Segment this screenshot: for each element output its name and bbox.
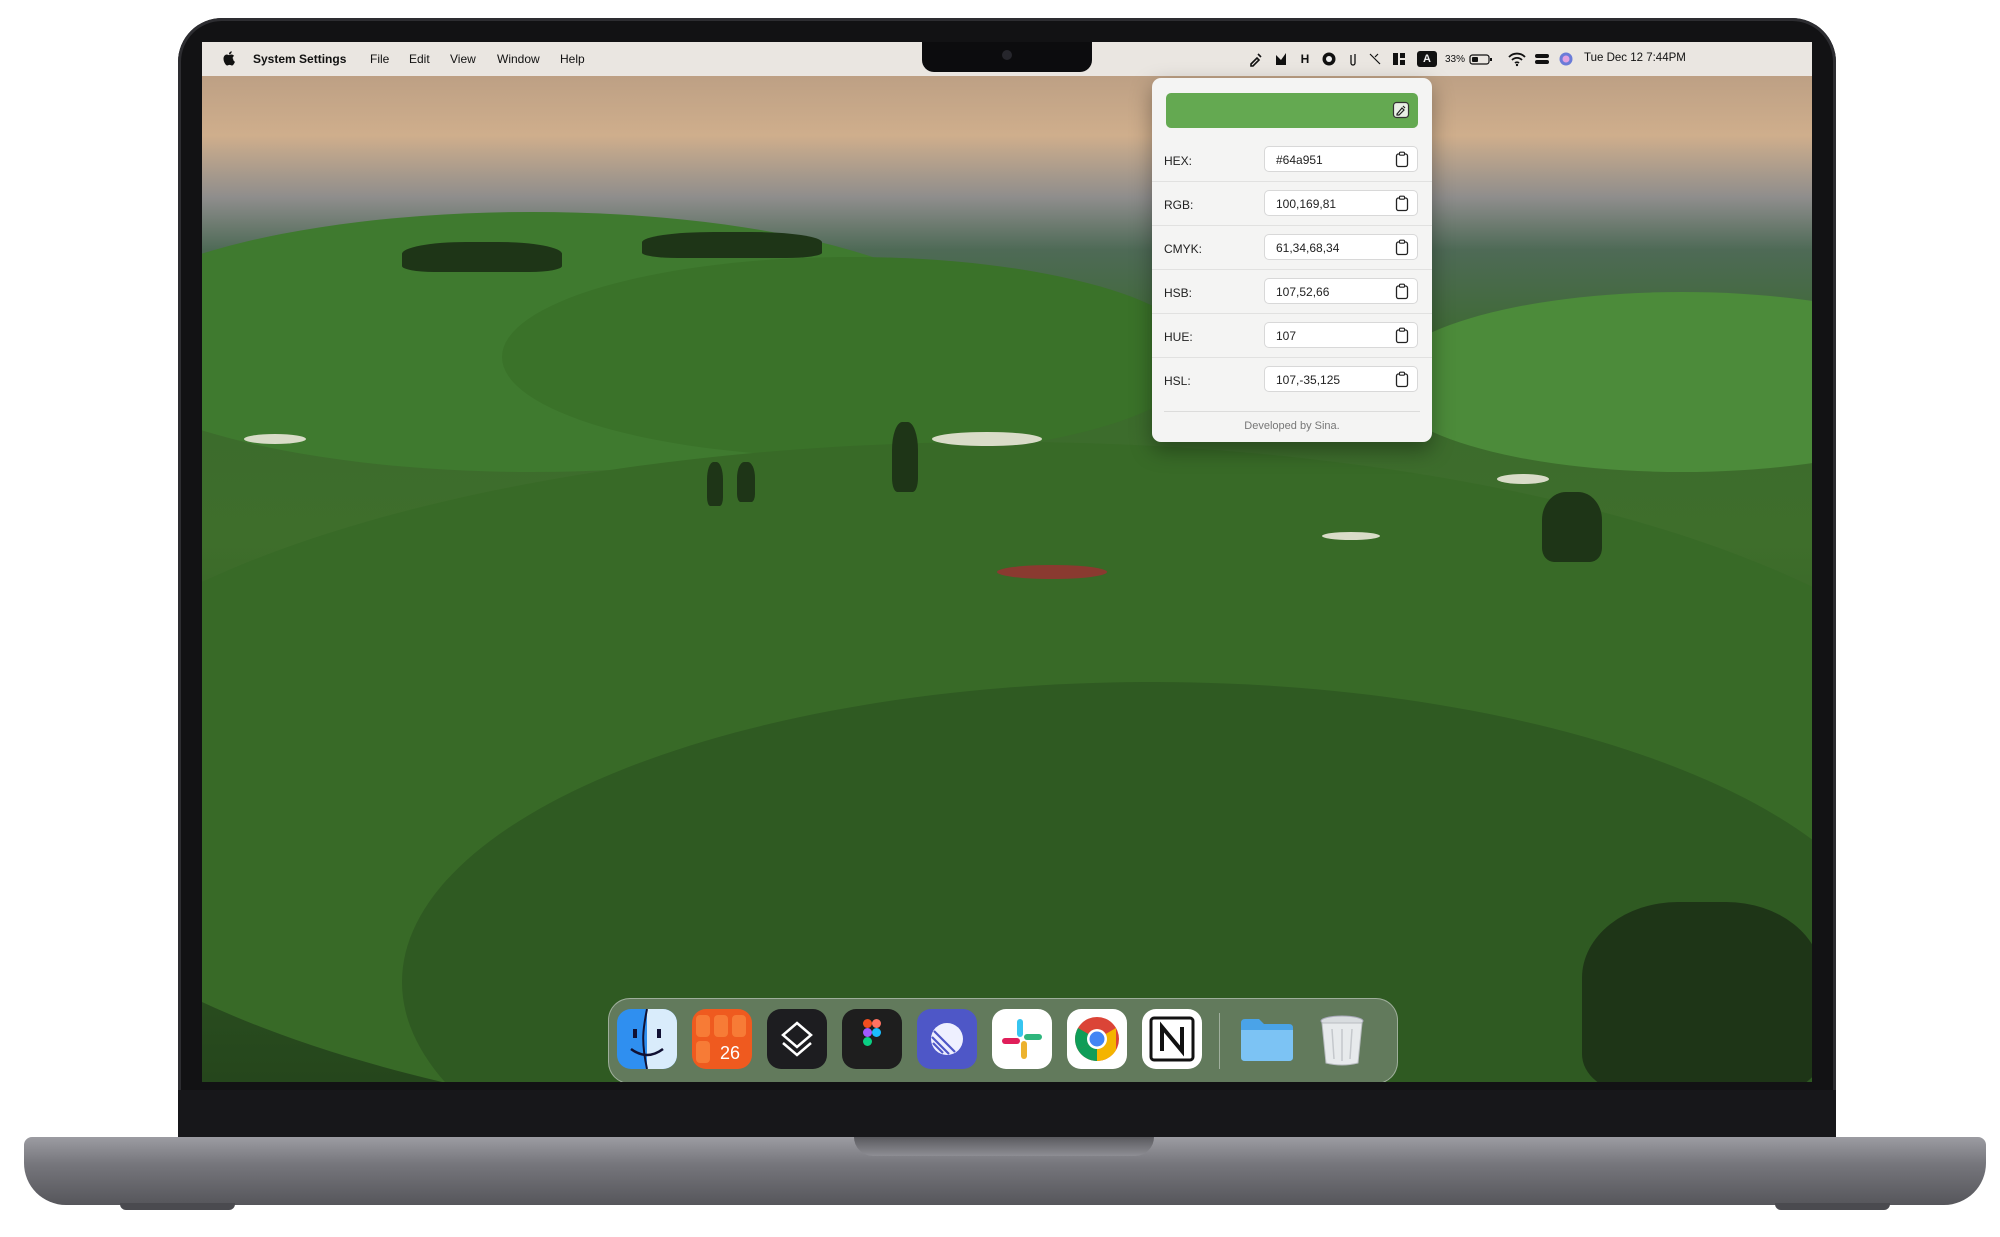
hex-field[interactable]: #64a951	[1264, 146, 1418, 172]
eyedropper-status-icon[interactable]	[1248, 51, 1264, 67]
hex-label: HEX:	[1164, 154, 1193, 168]
tool-status-icon[interactable]	[1367, 51, 1383, 67]
window-manager-status-icon[interactable]	[1391, 51, 1407, 67]
keyboard-input-status-icon[interactable]: A	[1417, 51, 1437, 67]
hsb-value: 107,52,66	[1276, 285, 1330, 299]
siri-icon[interactable]	[1558, 51, 1574, 67]
menu-file[interactable]: File	[370, 52, 389, 66]
clipboard-icon[interactable]	[1395, 371, 1409, 388]
dock-app-slack[interactable]	[992, 1009, 1052, 1069]
folder-icon	[1241, 1019, 1293, 1061]
cmyk-value: 61,34,68,34	[1276, 241, 1340, 255]
menu-edit[interactable]: Edit	[409, 52, 430, 66]
dock-trash[interactable]	[1312, 1009, 1372, 1069]
hsl-value: 107,-35,125	[1276, 373, 1341, 387]
laptop-foot-right	[1775, 1203, 1890, 1210]
hsb-row: HSB: 107,52,66	[1152, 269, 1432, 314]
hsb-field[interactable]: 107,52,66	[1264, 278, 1418, 304]
hex-value: #64a951	[1276, 153, 1323, 167]
menu-clock[interactable]: Tue Dec 12 7:44PM	[1584, 52, 1686, 64]
cmyk-row: CMYK: 61,34,68,34	[1152, 225, 1432, 270]
color-swatch[interactable]	[1166, 93, 1418, 128]
fantastical-date: 26	[720, 1043, 740, 1063]
laptop-opening-notch	[854, 1137, 1154, 1156]
chrome-icon	[1067, 1009, 1127, 1069]
cmyk-label: CMYK:	[1164, 242, 1203, 256]
rgb-row: RGB: 100,169,81	[1152, 181, 1432, 226]
menu-help[interactable]: Help	[560, 52, 585, 66]
battery-percent: 33%	[1445, 54, 1466, 65]
laptop-chin	[178, 1090, 1836, 1140]
figma-icon	[842, 1009, 902, 1069]
grammarly-status-icon[interactable]	[1321, 51, 1337, 67]
finder-icon	[617, 1009, 677, 1069]
dock: 26	[608, 998, 1398, 1082]
camera-notch	[922, 42, 1092, 72]
rgb-value: 100,169,81	[1276, 197, 1337, 211]
slack-icon	[992, 1009, 1052, 1069]
paperclip-status-icon[interactable]	[1345, 51, 1361, 67]
dock-app-stacks[interactable]	[767, 1009, 827, 1069]
clipboard-icon[interactable]	[1395, 195, 1409, 212]
fantastical-calendar-icon: 26	[692, 1009, 752, 1069]
clipboard-icon[interactable]	[1395, 151, 1409, 168]
battery-icon[interactable]	[1469, 51, 1493, 67]
pen-status-icon[interactable]	[1273, 51, 1289, 67]
hsl-row: HSL: 107,-35,125	[1152, 357, 1432, 401]
eyedropper-button-icon[interactable]	[1392, 101, 1410, 119]
dock-app-finder[interactable]	[617, 1009, 677, 1069]
dock-app-linear[interactable]	[917, 1009, 977, 1069]
developer-credit: Developed by Sina.	[1244, 420, 1340, 432]
hsl-label: HSL:	[1164, 374, 1191, 388]
screen: System Settings File Edit View Window He…	[202, 42, 1812, 1082]
hue-label: HUE:	[1164, 330, 1193, 344]
dock-app-chrome[interactable]	[1067, 1009, 1127, 1069]
dock-app-notion[interactable]	[1142, 1009, 1202, 1069]
camera-icon	[1002, 50, 1012, 60]
hue-value: 107	[1276, 329, 1297, 343]
dock-folder[interactable]	[1237, 1009, 1297, 1069]
menu-bar: System Settings File Edit View Window He…	[202, 42, 1812, 76]
footer-divider	[1164, 411, 1420, 412]
color-picker-popover: HEX: #64a951 RGB: 100,169,81 CMYK: 61,34…	[1152, 78, 1432, 442]
menu-view[interactable]: View	[450, 52, 476, 66]
laptop-foot-left	[120, 1203, 235, 1210]
trash-icon	[1320, 1015, 1364, 1066]
menu-app-name[interactable]: System Settings	[253, 52, 346, 66]
dock-app-figma[interactable]	[842, 1009, 902, 1069]
linear-icon	[917, 1009, 977, 1069]
h-app-status-icon[interactable]: H	[1297, 51, 1313, 67]
control-center-icon[interactable]	[1534, 51, 1550, 67]
hue-field[interactable]: 107	[1264, 322, 1418, 348]
clipboard-icon[interactable]	[1395, 239, 1409, 256]
rgb-field[interactable]: 100,169,81	[1264, 190, 1418, 216]
cmyk-field[interactable]: 61,34,68,34	[1264, 234, 1418, 260]
clipboard-icon[interactable]	[1395, 283, 1409, 300]
apple-menu-icon[interactable]	[222, 50, 236, 66]
hsl-field[interactable]: 107,-35,125	[1264, 366, 1418, 392]
hue-row: HUE: 107	[1152, 313, 1432, 358]
stacks-icon	[767, 1009, 827, 1069]
clipboard-icon[interactable]	[1395, 327, 1409, 344]
hex-row: HEX: #64a951	[1152, 137, 1432, 182]
wifi-icon[interactable]	[1508, 51, 1526, 67]
hsb-label: HSB:	[1164, 286, 1193, 300]
dock-separator	[1219, 1013, 1220, 1069]
dock-app-fantastical[interactable]: 26	[692, 1009, 752, 1069]
rgb-label: RGB:	[1164, 198, 1194, 212]
menu-window[interactable]: Window	[497, 52, 540, 66]
notion-icon	[1142, 1009, 1202, 1069]
